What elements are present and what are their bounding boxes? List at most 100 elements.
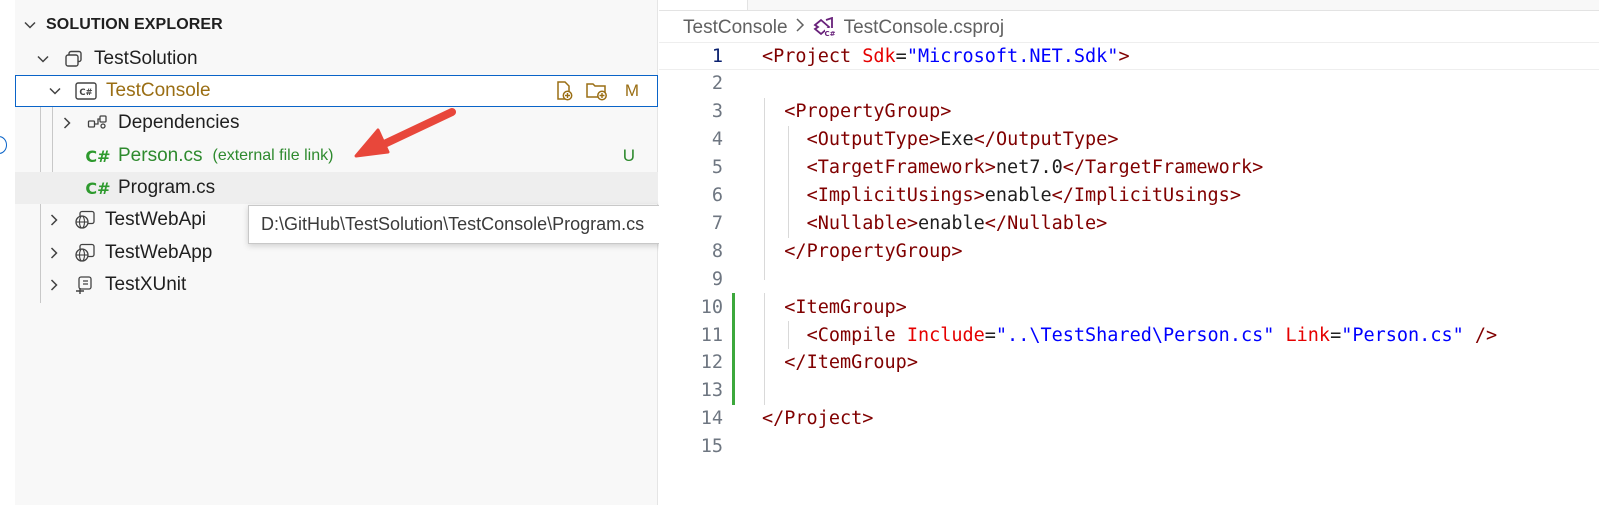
editor-tab-strip (659, 0, 1599, 11)
code-token: > (895, 296, 907, 318)
code-token: enable (917, 212, 985, 234)
code-text: <PropertyGroup> (762, 101, 951, 122)
code-token: < (762, 45, 774, 67)
code-token: </ (784, 352, 807, 374)
code-token: Project (773, 45, 852, 67)
code-text: </PropertyGroup> (762, 240, 963, 262)
tree-item-testxunit[interactable]: TestXUnit (15, 269, 658, 301)
code-token: > (906, 212, 918, 234)
solution-explorer-header[interactable]: SOLUTION EXPLORER (22, 12, 223, 38)
code-token: > (1107, 129, 1119, 151)
csproj-file-icon: C# (813, 17, 835, 38)
code-line[interactable]: 9 (659, 265, 1599, 293)
code-line[interactable]: 14 </Project> (659, 405, 1599, 433)
solution-icon (63, 49, 85, 69)
row-actions: M (553, 76, 639, 106)
code-line[interactable]: 5 <TargetFramework>net7.0</TargetFramewo… (659, 154, 1599, 182)
tree-item-testsolution[interactable]: TestSolution (15, 43, 658, 75)
new-folder-icon[interactable] (585, 80, 609, 102)
code-line[interactable]: 13 (659, 377, 1599, 405)
code-token: = (1330, 324, 1342, 346)
tooltip-text: D:\GitHub\TestSolution\TestConsole\Progr… (261, 214, 645, 234)
code-token: OutputType (995, 129, 1108, 151)
code-line[interactable]: 6 <ImplicitUsings>enable</ImplicitUsings… (659, 182, 1599, 210)
code-token: PropertyGroup (795, 101, 941, 123)
code-token: TargetFramework (1085, 157, 1253, 179)
code-line[interactable]: 12 </ItemGroup> (659, 349, 1599, 377)
tree-item-label: Dependencies (118, 112, 240, 133)
section-title: SOLUTION EXPLORER (46, 16, 223, 33)
tree-item-label: Person.cs (118, 145, 203, 166)
code-line[interactable]: 2 (659, 70, 1599, 98)
code-token: </ (784, 240, 807, 262)
code-token: > (929, 129, 941, 151)
code-text: <Project Sdk="Microsoft.NET.Sdk"> (762, 46, 1130, 67)
code-token: Include (906, 324, 985, 346)
code-token: ItemGroup (795, 296, 896, 318)
code-token: </ (984, 212, 1008, 234)
csharp-project-icon: C# (75, 81, 97, 101)
web-project-icon (74, 243, 96, 263)
code-token: Project (784, 408, 863, 430)
code-line[interactable]: 7 <Nullable>enable</Nullable> (659, 209, 1599, 237)
breadcrumb-file[interactable]: TestConsole.csproj (844, 17, 1005, 39)
line-number: 3 (711, 101, 723, 123)
tree-item-label: TestXUnit (105, 274, 187, 295)
code-line[interactable]: 15 (659, 433, 1599, 461)
code-token: Nullable (1007, 212, 1097, 234)
code-line[interactable]: 8 </PropertyGroup> (659, 237, 1599, 265)
code-line[interactable]: 1 <Project Sdk="Microsoft.NET.Sdk"> (659, 42, 1599, 70)
new-file-icon[interactable] (553, 80, 575, 102)
solution-explorer-panel: SOLUTION EXPLORER TestSolution C# TestCo… (0, 0, 658, 505)
line-number: 15 (700, 436, 723, 458)
code-token: </ (762, 408, 785, 430)
code-text: <Compile Include="..\TestShared\Person.c… (762, 324, 1498, 346)
tree-item-program-cs[interactable]: C# Program.cs (15, 172, 658, 204)
code-editor[interactable]: TestConsole C# TestConsole.csproj 1 <Proj… (659, 0, 1599, 505)
breadcrumb-project[interactable]: TestConsole (683, 17, 788, 39)
project-glyph: C# (79, 88, 92, 98)
chevron-down-icon (24, 21, 36, 29)
code-text: </ItemGroup> (762, 352, 918, 373)
chevron-down-icon (37, 55, 49, 63)
tree-item-label: TestSolution (94, 48, 198, 69)
active-tab-edge[interactable] (659, 0, 748, 10)
code-token: </ (973, 129, 996, 151)
code-line[interactable]: 4 <OutputType>Exe</OutputType> (659, 126, 1599, 154)
code-token: > (1118, 45, 1130, 67)
code-token: > (951, 240, 963, 262)
line-number: 7 (711, 212, 723, 234)
line-number: 13 (700, 380, 723, 402)
tree-item-label: TestWebApi (105, 209, 207, 230)
code-token: > (984, 157, 996, 179)
svg-text:C#: C# (824, 30, 835, 38)
code-token: /> (1474, 324, 1498, 346)
code-line[interactable]: 10 <ItemGroup> (659, 293, 1599, 321)
code-token: ImplicitUsings (1073, 185, 1230, 206)
tree-item-person-cs[interactable]: C# Person.cs (external file link) U (15, 140, 658, 172)
activity-bar-edge (0, 0, 15, 505)
tree-item-testconsole[interactable]: C# TestConsole M (15, 75, 658, 107)
code-token: > (1229, 185, 1241, 206)
path-tooltip: D:\GitHub\TestSolution\TestConsole\Progr… (248, 205, 676, 244)
code-token: > (906, 352, 918, 374)
line-number: 14 (700, 408, 723, 430)
line-number: 11 (700, 324, 723, 346)
code-text: <OutputType>Exe</OutputType> (762, 129, 1119, 151)
code-token: < (784, 101, 796, 123)
code-line[interactable]: 11 <Compile Include="..\TestShared\Perso… (659, 321, 1599, 349)
code-line[interactable]: 3 <PropertyGroup> (659, 98, 1599, 126)
tree-item-dependencies[interactable]: Dependencies (15, 107, 658, 139)
csharp-file-icon: C# (85, 146, 111, 166)
code-token: < (784, 296, 796, 318)
code-token: > (1252, 157, 1264, 179)
code-token: PropertyGroup (806, 240, 952, 262)
code-text: </Project> (762, 408, 873, 429)
external-link-note: (external file link) (212, 147, 334, 164)
